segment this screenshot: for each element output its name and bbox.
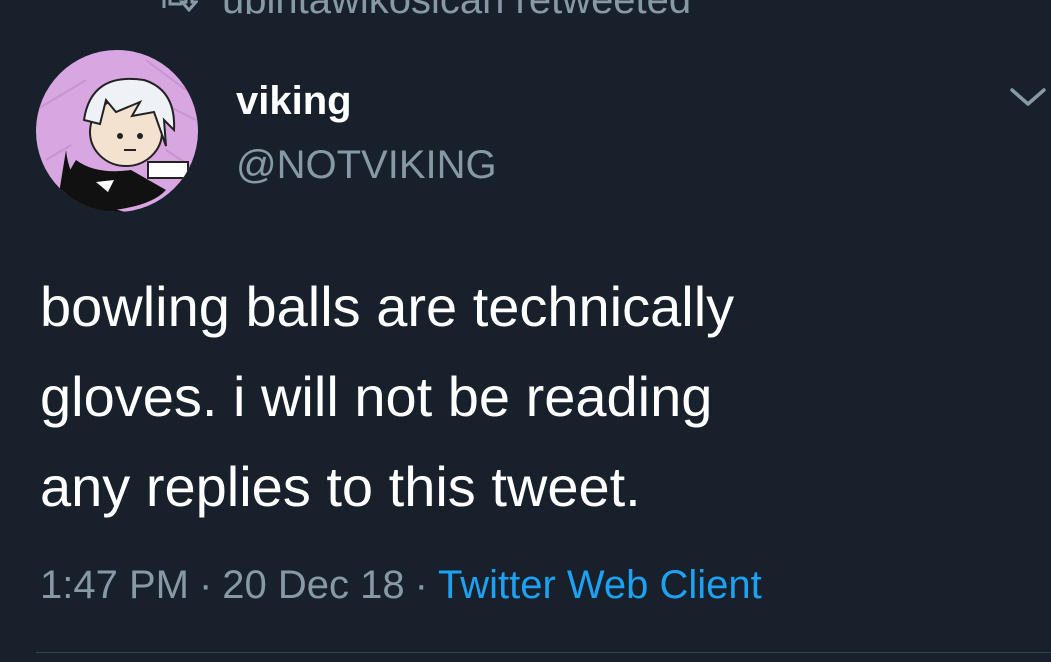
tweet-metadata: 1:47 PM · 20 Dec 18 · Twitter Web Client [40, 560, 762, 610]
retweet-context: upintawikosican retweeted [0, 0, 1051, 14]
avatar[interactable] [36, 50, 198, 212]
tweet-time[interactable]: 1:47 PM [40, 563, 189, 607]
author-display-name[interactable]: viking [236, 78, 352, 124]
tweet-text-line: gloves. i will not be reading [40, 365, 713, 428]
retweet-icon [162, 0, 198, 12]
avatar-image [36, 50, 198, 212]
chevron-down-icon[interactable] [1008, 84, 1048, 110]
tweet-text: bowling balls are technically gloves. i … [40, 262, 1030, 532]
meta-separator: · [414, 563, 428, 607]
divider [36, 652, 1051, 653]
tweet-date[interactable]: 20 Dec 18 [222, 563, 404, 607]
tweet-source-link[interactable]: Twitter Web Client [438, 563, 762, 607]
author-handle[interactable]: @NOTVIKING [236, 142, 497, 188]
meta-separator: · [198, 563, 213, 607]
tweet-text-line: any replies to this tweet. [40, 455, 641, 518]
retweet-label[interactable]: upintawikosican retweeted [222, 0, 691, 14]
tweet-text-line: bowling balls are technically [40, 275, 735, 338]
